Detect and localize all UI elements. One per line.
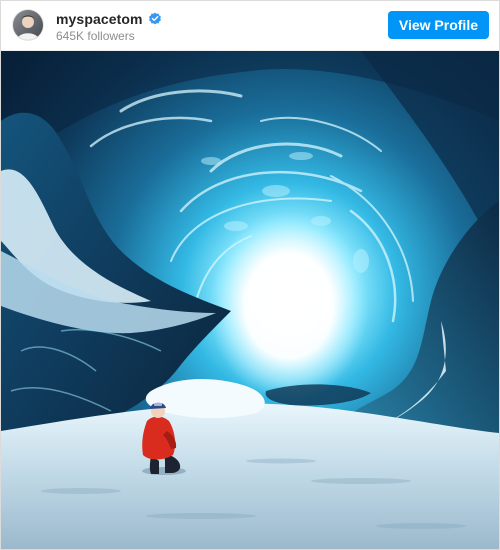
avatar-image [13, 10, 43, 40]
instagram-post-card: myspacetom 645K followers View Profile [0, 0, 500, 550]
verified-badge-icon [148, 12, 162, 26]
followers-count: 645K followers [56, 29, 135, 43]
user-info: myspacetom 645K followers [56, 10, 162, 43]
post-header: myspacetom 645K followers View Profile [1, 1, 499, 51]
profile-avatar[interactable] [13, 10, 43, 40]
view-profile-button[interactable]: View Profile [387, 11, 489, 39]
username-link[interactable]: myspacetom [56, 11, 143, 27]
ice-cave-image [1, 51, 499, 549]
username-row: myspacetom [56, 10, 162, 27]
post-photo[interactable] [1, 51, 499, 549]
